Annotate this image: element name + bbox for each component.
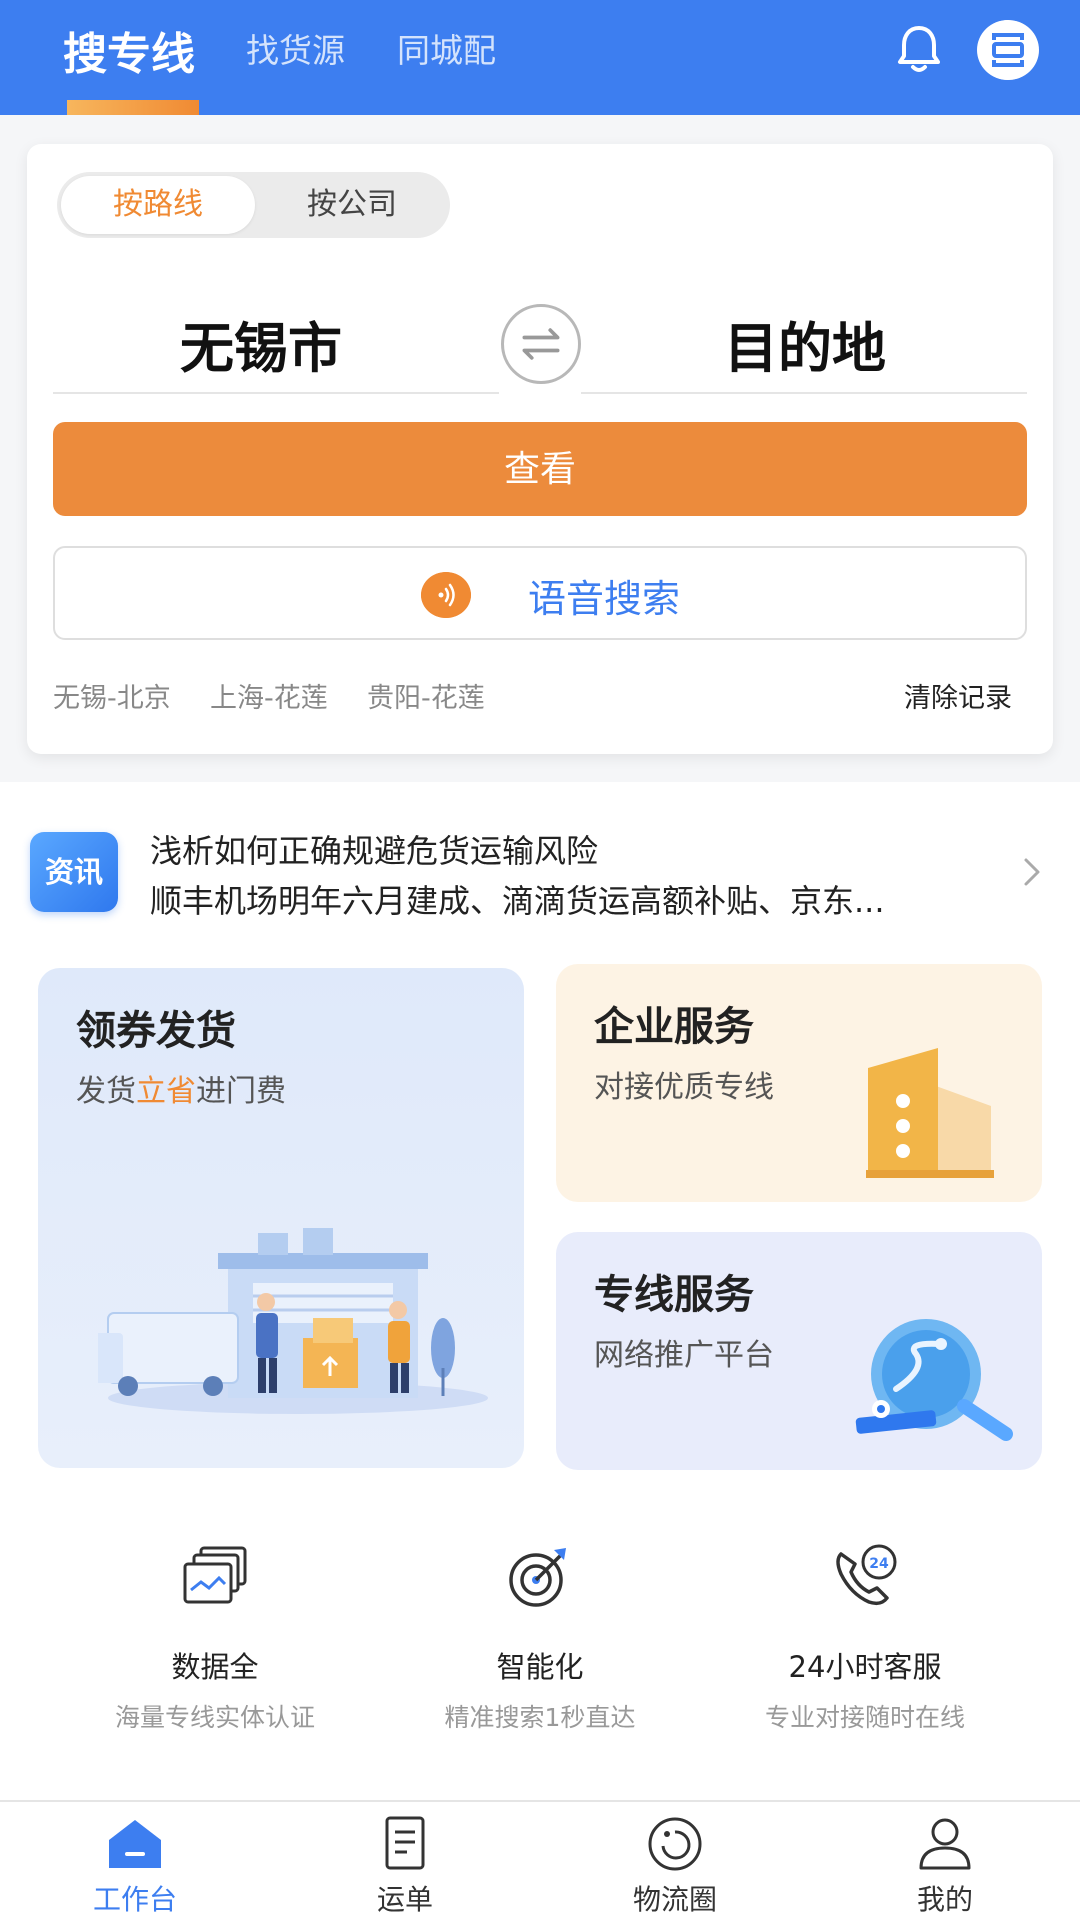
line-service-tile[interactable]: 专线服务 网络推广平台	[556, 1232, 1042, 1470]
feature-title: 智能化	[496, 1650, 584, 1684]
nav-logistics-circle[interactable]: 物流圈	[540, 1816, 810, 1918]
tile-title: 专线服务	[594, 1272, 754, 1318]
enterprise-service-tile[interactable]: 企业服务 对接优质专线	[556, 964, 1042, 1202]
nav-label: 物流圈	[632, 1883, 717, 1916]
feature-title: 24小时客服	[788, 1650, 942, 1684]
news-headline[interactable]: 浅析如何正确规避危货运输风险	[150, 826, 598, 872]
tile-title: 企业服务	[594, 1004, 754, 1050]
query-button[interactable]: 查看	[53, 422, 1027, 516]
mode-by-company[interactable]: 按公司	[257, 176, 447, 234]
svg-text:24: 24	[869, 1556, 889, 1572]
data-cards-icon	[183, 1546, 247, 1604]
news-badge: 资讯	[30, 832, 118, 912]
feature-smart: 智能化 精准搜索1秒直达	[370, 1542, 710, 1734]
origin-city[interactable]: 无锡市	[53, 304, 469, 383]
tab-find-cargo[interactable]: 找货源	[246, 24, 345, 72]
feature-subtitle: 精准搜索1秒直达	[444, 1703, 636, 1732]
target-icon	[509, 1548, 566, 1607]
tab-search-line[interactable]: 搜专线	[63, 18, 195, 82]
warehouse-illustration-icon	[98, 1228, 488, 1414]
origin-underline	[53, 392, 499, 394]
feature-subtitle: 专业对接随时在线	[764, 1703, 965, 1732]
scan-icon[interactable]	[977, 20, 1039, 80]
chevron-right-icon[interactable]	[1018, 852, 1046, 892]
destination-city[interactable]: 目的地	[583, 304, 1027, 383]
tile-subtitle: 网络推广平台	[594, 1338, 774, 1373]
bottom-nav: 工作台 运单 物流圈 我的	[0, 1800, 1080, 1920]
tile-subtitle: 发货立省进门费	[76, 1074, 286, 1109]
clear-history-button[interactable]: 清除记录	[904, 676, 1012, 715]
nav-profile[interactable]: 我的	[810, 1816, 1080, 1918]
user-icon	[919, 1818, 971, 1870]
bell-icon[interactable]	[895, 24, 943, 74]
highlight-text: 立省	[136, 1074, 196, 1109]
voice-search-button[interactable]: 语音搜索	[53, 546, 1027, 640]
history-item[interactable]: 贵阳-花莲	[367, 676, 485, 715]
home-icon	[109, 1820, 161, 1868]
voice-icon	[421, 572, 471, 618]
history-item[interactable]: 无锡-北京	[53, 676, 171, 715]
document-icon	[385, 1816, 425, 1870]
swap-icon[interactable]	[501, 304, 581, 384]
circle-icon	[648, 1817, 702, 1871]
mode-by-route[interactable]: 按路线	[61, 176, 255, 234]
feature-title: 数据全	[171, 1650, 259, 1684]
nav-label: 工作台	[92, 1883, 177, 1916]
feature-support: 24 24小时客服 专业对接随时在线	[695, 1542, 1035, 1734]
nav-label: 我的	[916, 1883, 973, 1916]
search-mode-toggle: 按路线 按公司	[57, 172, 450, 238]
tile-subtitle: 对接优质专线	[594, 1070, 774, 1105]
news-summary[interactable]: 顺丰机场明年六月建成、滴滴货运高额补贴、京东...	[150, 876, 990, 922]
phone-24-icon: 24	[836, 1544, 897, 1606]
top-bar: 搜专线 找货源 同城配	[0, 0, 1080, 115]
feature-subtitle: 海量专线实体认证	[114, 1703, 315, 1732]
coupon-shipping-tile[interactable]: 领券发货 发货立省进门费	[38, 968, 524, 1468]
nav-workbench[interactable]: 工作台	[0, 1816, 270, 1918]
route-search-card: 按路线 按公司 无锡市 目的地 查看 语音搜索 无锡-北京 上海-花莲 贵阳-花…	[27, 144, 1053, 754]
tile-title: 领券发货	[76, 1008, 236, 1054]
nav-label: 运单	[376, 1883, 433, 1916]
voice-search-label: 语音搜索	[528, 577, 681, 621]
map-search-icon	[855, 1319, 1013, 1441]
building-icon	[866, 1048, 994, 1178]
feature-data: 数据全 海量专线实体认证	[45, 1542, 385, 1734]
tab-same-city[interactable]: 同城配	[397, 24, 496, 72]
main-content: 资讯 浅析如何正确规避危货运输风险 顺丰机场明年六月建成、滴滴货运高额补贴、京东…	[0, 782, 1080, 1800]
nav-waybill[interactable]: 运单	[270, 1816, 540, 1918]
destination-underline	[581, 392, 1027, 394]
active-tab-indicator	[67, 100, 199, 115]
history-item[interactable]: 上海-花莲	[210, 676, 328, 715]
